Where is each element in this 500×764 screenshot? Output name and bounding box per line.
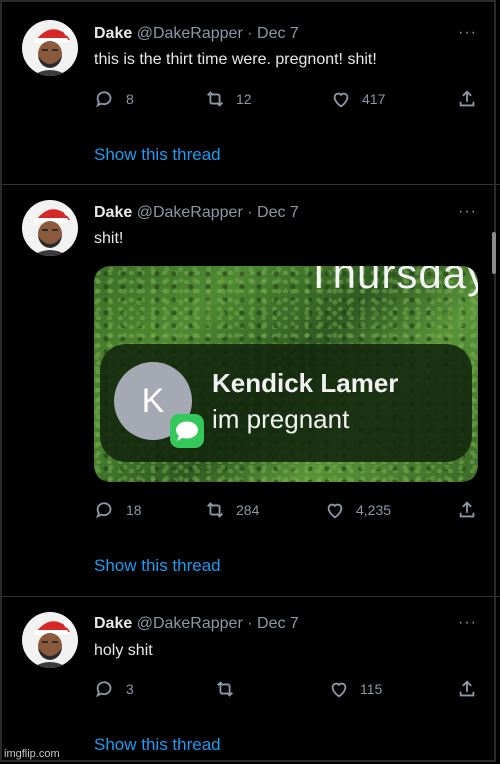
scrollbar-thumb[interactable] — [492, 232, 496, 274]
more-icon[interactable]: ··· — [458, 614, 477, 632]
share-icon — [459, 501, 475, 518]
retweet-count: 12 — [236, 91, 252, 107]
user-handle[interactable]: @DakeRapper — [137, 615, 243, 632]
share-button[interactable] — [456, 677, 488, 701]
tweet-header: Dake @DakeRapper · Dec 7 — [94, 614, 299, 634]
display-name[interactable]: Dake — [94, 204, 132, 221]
show-thread-link[interactable]: Show this thread — [94, 556, 221, 576]
tweet-date[interactable]: · Dec 7 — [247, 25, 299, 42]
user-handle[interactable]: @DakeRapper — [137, 204, 243, 221]
show-thread-link[interactable]: Show this thread — [94, 145, 221, 165]
user-handle[interactable]: @DakeRapper — [137, 25, 243, 42]
avatar-image — [32, 620, 72, 668]
tweet-text: holy shit — [94, 642, 153, 659]
like-button[interactable]: 115 — [328, 677, 382, 701]
reply-count: 8 — [126, 91, 134, 107]
reply-button[interactable]: 3 — [94, 677, 134, 701]
reply-icon — [95, 681, 112, 698]
watermark-text: imgflip.com — [4, 748, 60, 760]
avatar-image — [32, 28, 72, 76]
display-name[interactable]: Dake — [94, 615, 132, 632]
retweet-button[interactable]: 284 — [204, 498, 259, 522]
tweet-date[interactable]: · Dec 7 — [247, 204, 299, 221]
retweet-button[interactable] — [214, 677, 246, 701]
messages-app-icon — [170, 414, 204, 448]
notification-sender: Kendick Lamer — [212, 368, 399, 398]
retweet-icon — [217, 681, 233, 697]
show-thread-link[interactable]: Show this thread — [94, 735, 221, 755]
reply-button[interactable]: 18 — [94, 498, 142, 522]
retweet-count: 284 — [236, 502, 260, 518]
reply-icon — [95, 91, 112, 108]
tweet-actions: 18 284 4,235 — [94, 498, 484, 522]
retweet-icon — [207, 502, 223, 518]
more-icon[interactable]: ··· — [458, 24, 477, 42]
reply-icon — [95, 502, 112, 519]
reply-count: 18 — [126, 502, 142, 518]
like-icon — [327, 503, 343, 519]
display-name[interactable]: Dake — [94, 25, 132, 42]
share-icon — [459, 680, 475, 697]
tweet-actions: 8 12 417 — [94, 87, 484, 111]
retweet-icon — [207, 91, 223, 107]
tweet-header: Dake @DakeRapper · Dec 7 — [94, 203, 299, 223]
share-button[interactable] — [456, 498, 488, 522]
lockscreen-day-text: Thursday — [306, 266, 478, 297]
like-icon — [331, 682, 347, 698]
share-icon — [459, 90, 475, 107]
reply-button[interactable]: 8 — [94, 87, 134, 111]
tweet-media-image[interactable]: Thursday K Kendick Lamer im pregnant — [94, 266, 478, 482]
avatar[interactable] — [22, 612, 78, 668]
retweet-button[interactable]: 12 — [204, 87, 252, 111]
like-count: 115 — [360, 681, 383, 697]
like-button[interactable]: 417 — [330, 87, 385, 111]
notification-message: im pregnant — [212, 404, 350, 434]
share-button[interactable] — [456, 87, 488, 111]
like-count: 417 — [362, 91, 386, 107]
tweet-actions: 3 115 — [94, 677, 484, 701]
avatar[interactable] — [22, 200, 78, 256]
message-notification: K Kendick Lamer im pregnant — [100, 344, 472, 462]
tweet-date[interactable]: · Dec 7 — [247, 615, 299, 632]
more-icon[interactable]: ··· — [458, 203, 477, 221]
like-icon — [333, 92, 349, 108]
like-button[interactable]: 4,235 — [324, 498, 391, 522]
tweet-text: this is the thirt time were. pregnont! s… — [94, 51, 377, 68]
avatar-image — [32, 208, 72, 256]
avatar[interactable] — [22, 20, 78, 76]
tweet-text: shit! — [94, 230, 124, 247]
tweet-divider — [0, 596, 500, 597]
tweet-divider — [0, 184, 500, 185]
reply-count: 3 — [126, 681, 134, 697]
tweet-header: Dake @DakeRapper · Dec 7 — [94, 24, 299, 44]
like-count: 4,235 — [356, 502, 392, 518]
